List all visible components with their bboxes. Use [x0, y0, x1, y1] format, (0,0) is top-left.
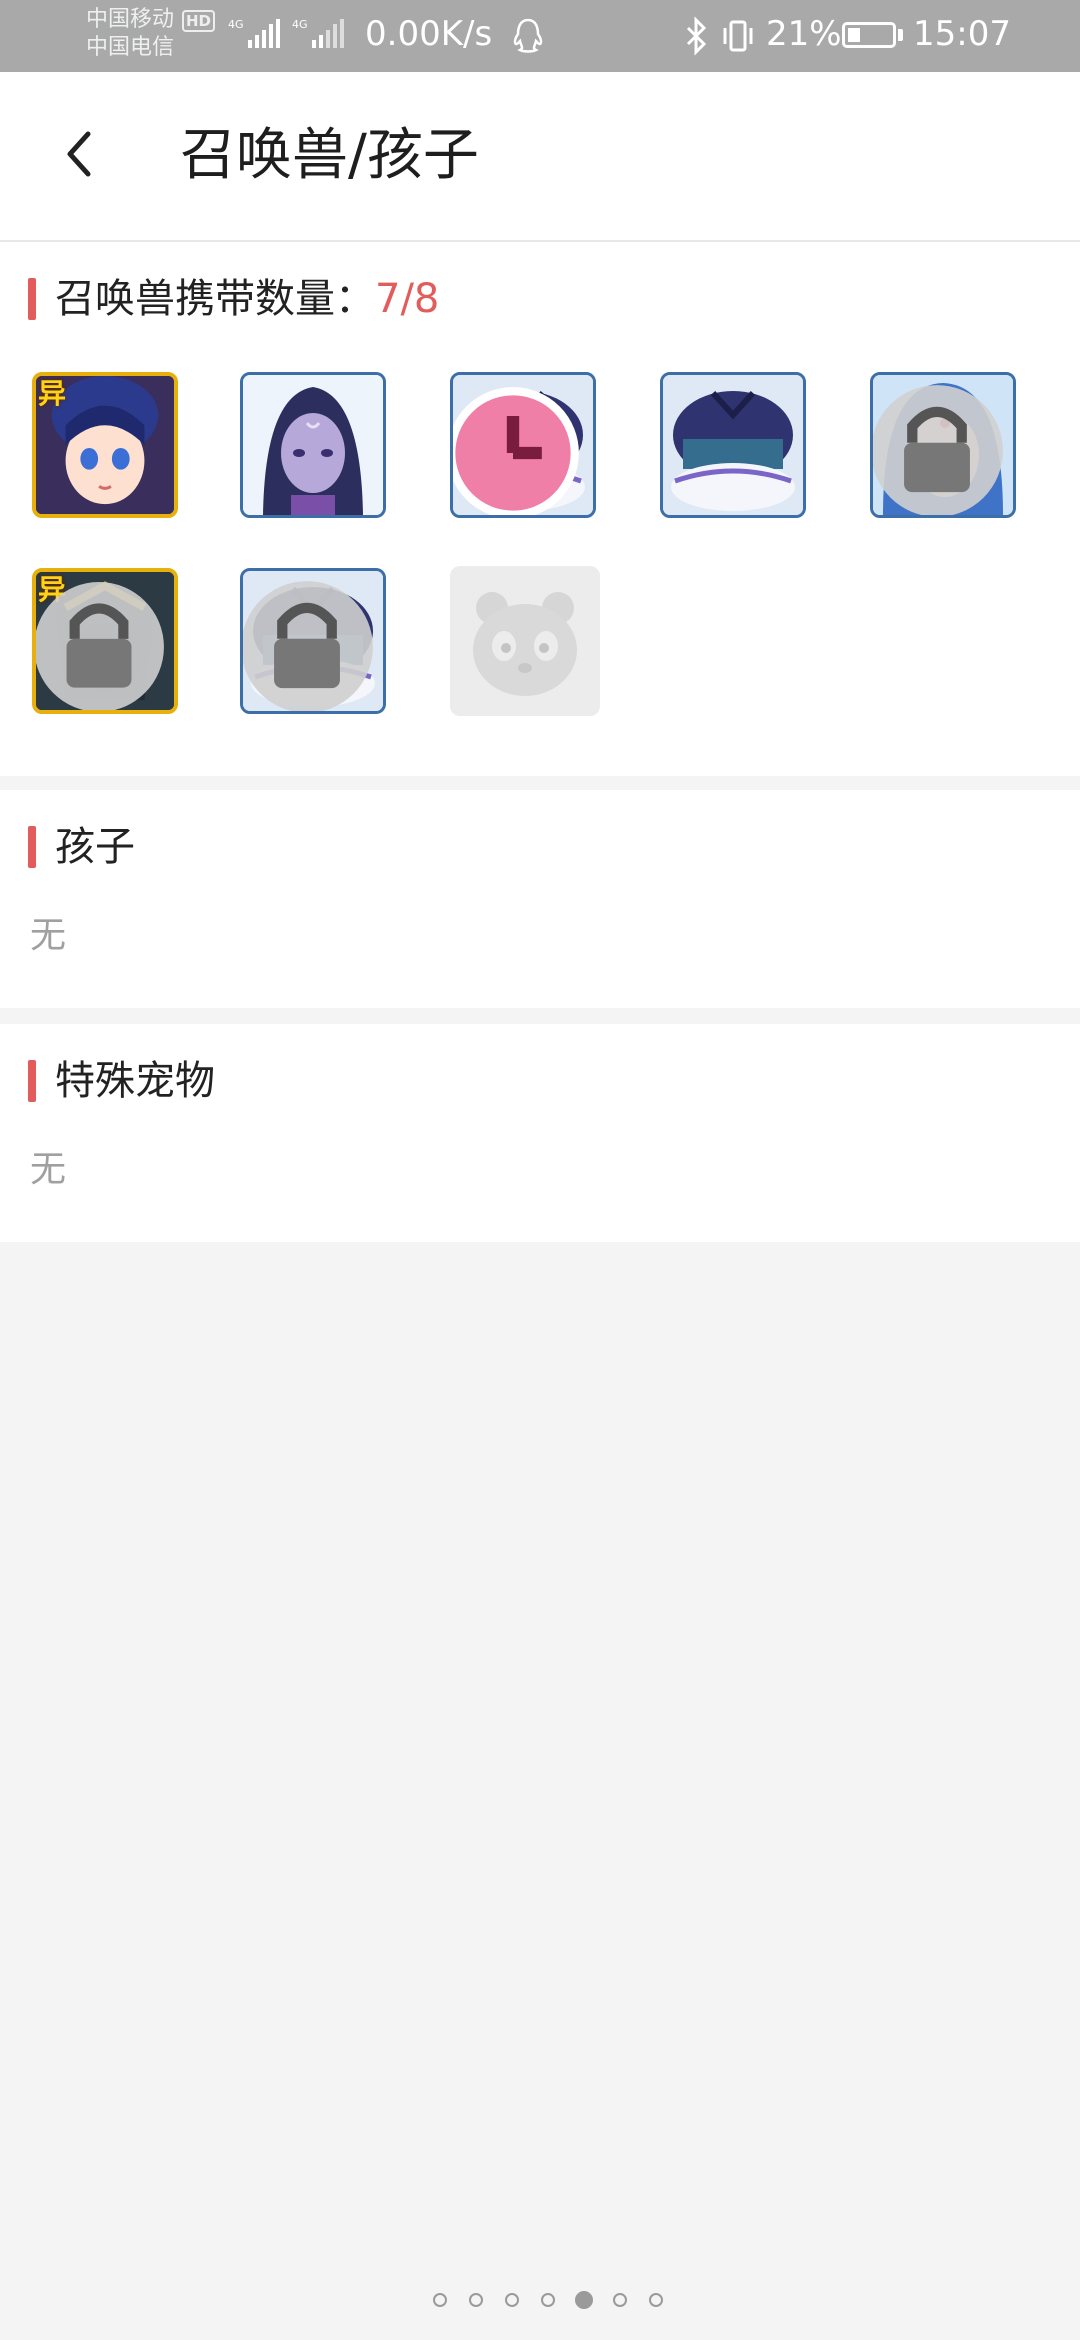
section-marker [28, 1060, 36, 1102]
panda-placeholder-icon [473, 592, 577, 696]
summon-slot-6[interactable]: 异 [32, 568, 178, 714]
special-pets-label: 特殊宠物 [55, 1058, 215, 1104]
page-dot[interactable] [505, 2293, 519, 2307]
timer-icon [453, 387, 579, 515]
summon-slot-empty[interactable] [450, 566, 600, 716]
summons-label: 召唤兽携带数量： [55, 276, 375, 322]
lock-icon [36, 582, 164, 710]
summons-section: 召唤兽携带数量：7/8 异 异 [0, 242, 1080, 776]
battery-tip [898, 29, 903, 41]
purple-woman-portrait-icon [243, 375, 383, 515]
page-dot[interactable] [433, 2293, 447, 2307]
signal-icon-2: 4G [292, 18, 344, 48]
section-marker [28, 826, 36, 868]
hd-badge: HD [182, 10, 216, 32]
summon-slot-2[interactable] [240, 372, 386, 518]
summon-slot-3[interactable] [450, 372, 596, 518]
back-chevron-icon[interactable] [56, 122, 104, 186]
bluetooth-icon [686, 16, 707, 56]
section-marker [28, 278, 36, 320]
battery-percent: 21% [766, 14, 842, 54]
armored-beast-icon [663, 375, 803, 515]
special-pets-value: 无 [30, 1149, 67, 1190]
special-pets-section: 特殊宠物 无 [0, 1024, 1080, 1242]
network-type-2: 4G [292, 18, 308, 31]
children-label: 孩子 [55, 824, 135, 870]
children-section: 孩子 无 [0, 790, 1080, 1008]
page-dot[interactable] [469, 2293, 483, 2307]
clock-time: 15:07 [913, 14, 1011, 54]
summons-count-label: 召唤兽携带数量：7/8 [55, 275, 439, 323]
page-title: 召唤兽/孩子 [180, 123, 479, 188]
variant-badge: 异 [38, 377, 67, 410]
vibrate-icon [723, 20, 753, 52]
signal-icon: 4G [228, 18, 280, 48]
network-type-1: 4G [228, 18, 244, 31]
network-speed: 0.00K/s [365, 14, 493, 54]
app-header: 召唤兽/孩子 [0, 72, 1080, 242]
carrier-2: 中国电信 [86, 35, 175, 60]
page-dot[interactable] [613, 2293, 627, 2307]
page-indicator [0, 2280, 1080, 2320]
lock-icon [243, 581, 373, 711]
summons-count: 7/8 [375, 276, 440, 322]
carrier-1: 中国移动 [86, 7, 175, 32]
summon-slot-7[interactable] [240, 568, 386, 714]
summon-slot-4[interactable] [660, 372, 806, 518]
battery-icon [842, 22, 896, 48]
page-dot[interactable] [541, 2293, 555, 2307]
page-dot[interactable] [575, 2291, 593, 2309]
lock-icon [873, 385, 1003, 515]
page-dot[interactable] [649, 2293, 663, 2307]
summon-slot-5[interactable] [870, 372, 1016, 518]
carrier-info: 中国移动 中国电信 [86, 6, 174, 62]
summon-slot-1[interactable]: 异 [32, 372, 178, 518]
status-bar: 中国移动 中国电信 HD 4G 4G 0.00K/s 21% 15:07 [0, 0, 1080, 72]
children-value: 无 [30, 915, 67, 956]
qq-icon [513, 18, 543, 53]
